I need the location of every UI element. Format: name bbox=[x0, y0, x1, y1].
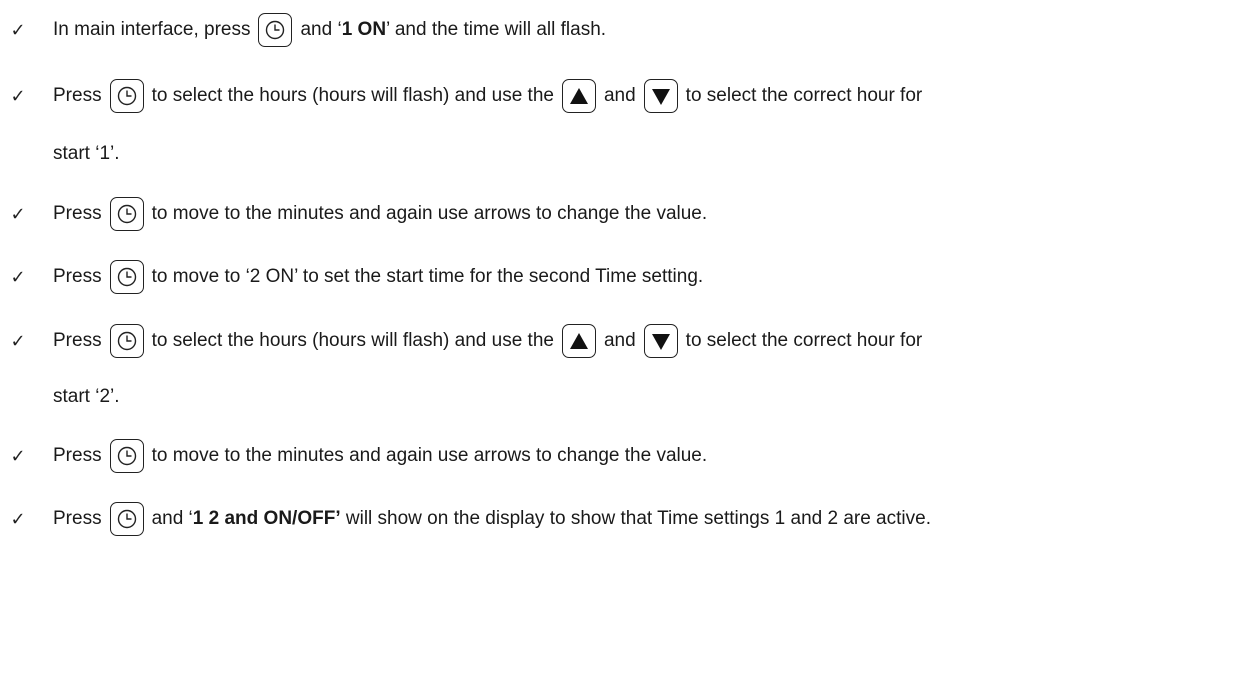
step-bold: 1 bbox=[341, 19, 358, 40]
step-text: and bbox=[603, 85, 636, 106]
clock-icon bbox=[109, 324, 144, 358]
step-bold: ON bbox=[357, 19, 387, 40]
step-7-text: Press and ‘1 2 and ON/OFF’ will show on … bbox=[53, 502, 931, 536]
down-arrow-icon bbox=[643, 324, 678, 358]
step-text: and ‘ bbox=[300, 19, 342, 40]
step-text: Press bbox=[53, 445, 102, 466]
step-text: Press bbox=[53, 330, 102, 351]
check-icon: ✓ bbox=[10, 508, 26, 529]
step-text: start ‘1’. bbox=[53, 143, 120, 164]
step-4-text: Press to move to ‘2 ON’ to set the start… bbox=[53, 260, 703, 294]
down-arrow-icon bbox=[643, 79, 678, 113]
clock-icon bbox=[109, 439, 144, 473]
step-text: to select the correct hour for bbox=[685, 330, 923, 351]
clock-icon bbox=[109, 197, 144, 231]
clock-icon bbox=[109, 502, 144, 536]
clock-icon bbox=[109, 260, 144, 294]
step-bold: ON/OFF’ bbox=[263, 508, 341, 529]
check-icon: ✓ bbox=[10, 85, 26, 106]
check-icon: ✓ bbox=[10, 19, 26, 40]
check-icon: ✓ bbox=[10, 266, 26, 287]
step-3-text: Press to move to the minutes and again u… bbox=[53, 197, 707, 231]
up-arrow-icon bbox=[561, 324, 596, 358]
step-text: and bbox=[603, 330, 636, 351]
clock-icon bbox=[258, 13, 293, 47]
step-text: to select the hours (hours will flash) a… bbox=[151, 330, 554, 351]
step-text: to select the hours (hours will flash) a… bbox=[151, 85, 554, 106]
step-1-text: In main interface, press and ‘1 ON’ and … bbox=[53, 13, 606, 47]
step-text: to select the correct hour for bbox=[685, 85, 923, 106]
step-text: In main interface, press bbox=[53, 19, 251, 40]
step-bold: and bbox=[219, 508, 264, 529]
step-6-text: Press to move to the minutes and again u… bbox=[53, 439, 707, 473]
step-text: Press bbox=[53, 203, 102, 224]
step-2-text: Press to select the hours (hours will fl… bbox=[53, 79, 922, 113]
step-text: Press bbox=[53, 85, 102, 106]
check-icon: ✓ bbox=[10, 203, 26, 224]
check-icon: ✓ bbox=[10, 330, 26, 351]
step-text: will show on the display to show that Ti… bbox=[340, 508, 931, 529]
up-arrow-icon bbox=[561, 79, 596, 113]
step-text: Press bbox=[53, 266, 102, 287]
step-5-text: Press to select the hours (hours will fl… bbox=[53, 324, 922, 358]
check-icon: ✓ bbox=[10, 445, 26, 466]
step-text: to move to the minutes and again use arr… bbox=[151, 203, 708, 224]
clock-icon bbox=[109, 79, 144, 113]
step-text: start ‘2’. bbox=[53, 386, 120, 407]
step-text: to move to ‘2 ON’ to set the start time … bbox=[151, 266, 704, 287]
step-text: to move to the minutes and again use arr… bbox=[151, 445, 708, 466]
step-bold: 1 2 bbox=[192, 508, 220, 529]
step-text: Press bbox=[53, 508, 102, 529]
step-text: and ‘ bbox=[151, 508, 193, 529]
step-text: ’ and the time will all flash. bbox=[386, 19, 607, 40]
